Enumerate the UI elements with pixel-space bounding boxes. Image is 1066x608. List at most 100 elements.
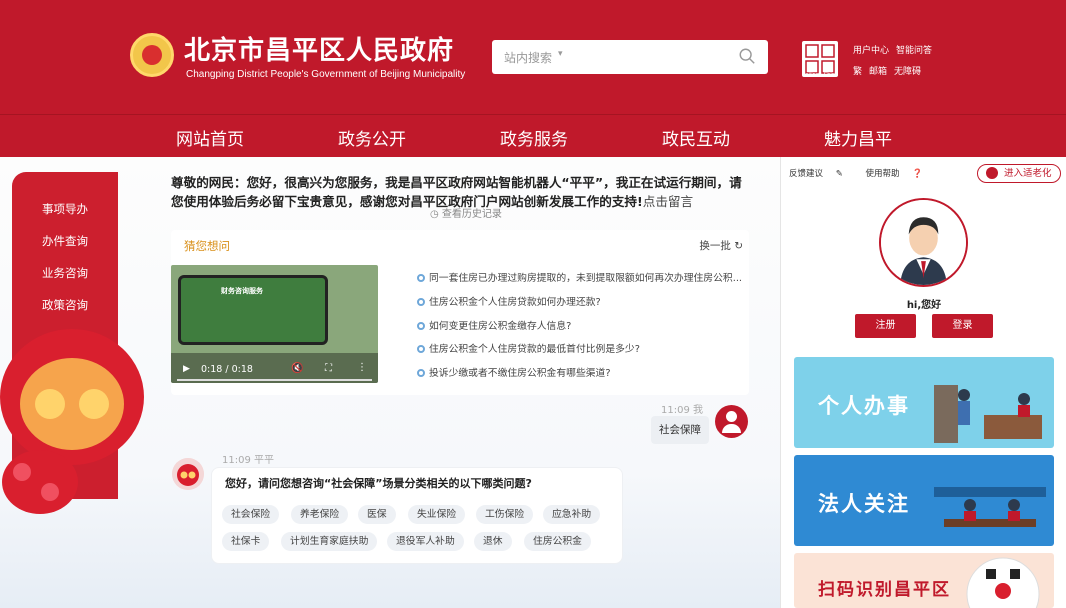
help-link[interactable]: 使用帮助 ❓ — [866, 169, 933, 179]
personal-affairs-banner[interactable]: 个人办事 — [794, 357, 1054, 448]
national-emblem-icon — [130, 33, 174, 77]
question-text: 住房公积金个人住房贷款如何办理还款? — [429, 296, 601, 308]
search-input[interactable]: 站内搜索 ▾ — [492, 40, 768, 74]
video-controls: ▶ 0:18 / 0:18 🔇 ⛶ ⋮ — [171, 353, 378, 383]
chip-social-security-card[interactable]: 社保卡 — [222, 532, 270, 551]
refresh-button[interactable]: 换一批 ↻ — [699, 238, 743, 253]
leave-message-link[interactable]: 点击留言 — [643, 194, 693, 209]
chip-retirement[interactable]: 退休 — [474, 532, 512, 551]
menu-item-business-consult[interactable]: 业务咨询 — [42, 265, 88, 281]
menu-item-policy-consult[interactable]: 政策咨询 — [42, 297, 88, 313]
nav-interaction[interactable]: 政民互动 — [662, 125, 730, 150]
fullscreen-icon[interactable]: ⛶ — [325, 363, 332, 374]
suggested-questions: 同一套住房已办理过购房提取的，未到提取限额如何再次办理住房公积... 住房公积金… — [417, 267, 742, 386]
history-label: 查看历史记录 — [441, 209, 502, 220]
bullet-icon — [417, 321, 425, 330]
robot-mascot-icon — [0, 329, 144, 514]
refresh-label: 换一批 — [699, 240, 731, 252]
sidebar-links: 反馈建议 ✎ 使用帮助 ❓ — [789, 167, 943, 179]
elder-icon — [986, 167, 998, 179]
qr-code-icon — [966, 557, 1040, 608]
accessibility-link[interactable]: 无障碍 — [894, 67, 921, 77]
elder-mode-button[interactable]: 进入适老化 — [977, 164, 1061, 183]
personal-affairs-label: 个人办事 — [818, 393, 910, 418]
register-button[interactable]: 注册 — [855, 314, 916, 338]
site-header: 北京市昌平区人民政府 Changping District People's G… — [0, 0, 1066, 157]
robot-avatar-icon — [172, 458, 204, 490]
office-illustration-icon — [934, 385, 1042, 443]
question-text: 如何变更住房公积金缴存人信息? — [429, 320, 572, 332]
login-button[interactable]: 登录 — [932, 314, 993, 338]
qr-code-banner[interactable]: 扫码识别昌平区 — [794, 553, 1054, 608]
guest-avatar-icon — [879, 198, 968, 287]
video-scene-title: 财务咨询服务 — [221, 287, 263, 295]
menu-item-guide[interactable]: 事项导办 — [42, 201, 88, 217]
traditional-chinese-link[interactable]: 繁 — [853, 67, 862, 77]
feedback-label: 反馈建议 — [789, 169, 824, 179]
chip-family-planning-aid[interactable]: 计划生育家庭扶助 — [281, 532, 378, 551]
bot-message-time: 11:09 平平 — [222, 455, 274, 466]
legal-entity-banner[interactable]: 法人关注 — [794, 455, 1054, 546]
chip-injury-insurance[interactable]: 工伤保险 — [476, 505, 534, 524]
elder-mode-label: 进入适老化 — [1004, 168, 1052, 179]
bullet-icon — [417, 345, 425, 354]
help-label: 使用帮助 — [865, 169, 900, 179]
nav-gov-affairs-public[interactable]: 政务公开 — [338, 125, 406, 150]
feedback-link[interactable]: 反馈建议 ✎ — [789, 169, 853, 179]
bullet-icon — [417, 274, 425, 282]
bullet-icon — [417, 297, 425, 306]
nav-gov-services[interactable]: 政务服务 — [500, 125, 568, 150]
nav-home[interactable]: 网站首页 — [176, 125, 244, 150]
question-item[interactable]: 住房公积金个人住房贷款的最低首付比例是多少? — [417, 338, 742, 362]
history-link[interactable]: ◷ 查看历史记录 — [430, 205, 502, 220]
seal-caption: Beijing · China — [801, 72, 839, 78]
search-icon[interactable] — [738, 47, 756, 65]
pencil-icon: ✎ — [835, 169, 843, 179]
nav-charm-changping[interactable]: 魅力昌平 — [824, 125, 892, 150]
chevron-down-icon[interactable]: ▾ — [558, 49, 563, 59]
bot-question: 您好，请问您想咨询“社会保障”场景分类相关的以下哪类问题? — [225, 477, 532, 490]
meeting-illustration-icon — [934, 487, 1046, 527]
site-title[interactable]: 北京市昌平区人民政府 — [184, 30, 454, 67]
question-text: 同一套住房已办理过购房提取的，未到提取限额如何再次办理住房公积... — [429, 273, 743, 284]
mailbox-link[interactable]: 邮箱 — [869, 67, 887, 77]
bot-reply-card: 您好，请问您想咨询“社会保障”场景分类相关的以下哪类问题? 社会保险 养老保险 … — [211, 467, 623, 564]
user-center-link[interactable]: 用户中心 — [853, 46, 889, 56]
greeting-text: hi,您好 — [906, 300, 942, 311]
question-item[interactable]: 如何变更住房公积金缴存人信息? — [417, 315, 742, 339]
guess-title: 猜您想问 — [184, 239, 230, 253]
chip-veteran-aid[interactable]: 退役军人补助 — [387, 532, 464, 551]
question-item[interactable]: 同一套住房已办理过购房提取的，未到提取限额如何再次办理住房公积... — [417, 267, 742, 291]
site-subtitle: Changping District People's Government o… — [186, 69, 466, 80]
refresh-icon: ↻ — [734, 240, 743, 252]
search-scope-label[interactable]: 站内搜索 — [504, 49, 552, 66]
chip-medical-insurance[interactable]: 医保 — [358, 505, 396, 524]
user-message: 社会保障 — [651, 416, 709, 444]
user-avatar-icon — [715, 405, 748, 438]
guess-panel: 猜您想问 换一批 ↻ 财务咨询服务 ▶ 0:18 / 0:18 🔇 ⛶ ⋮ 同一… — [171, 230, 749, 395]
chip-housing-fund[interactable]: 住房公积金 — [524, 532, 591, 551]
main-nav: 网站首页 政务公开 政务服务 政民互动 魅力昌平 — [0, 114, 1066, 157]
chip-social-insurance[interactable]: 社会保险 — [222, 505, 280, 524]
smart-qa-link[interactable]: 智能问答 — [896, 46, 932, 56]
video-time: 0:18 / 0:18 — [201, 364, 253, 375]
legal-entity-label: 法人关注 — [818, 491, 910, 516]
chip-emergency-aid[interactable]: 应急补助 — [543, 505, 601, 524]
mute-icon[interactable]: 🔇 — [291, 363, 303, 374]
more-options-icon[interactable]: ⋮ — [357, 362, 367, 373]
user-message-time: 11:09 我 — [661, 405, 703, 416]
right-sidebar: 反馈建议 ✎ 使用帮助 ❓ 进入适老化 hi,您好 注册 登录 个人办事 法人关… — [780, 157, 1066, 608]
video-player[interactable]: 财务咨询服务 ▶ 0:18 / 0:18 🔇 ⛶ ⋮ — [171, 265, 378, 383]
question-text: 投诉少缴或者不缴住房公积金有哪些渠道? — [429, 368, 611, 380]
question-item[interactable]: 投诉少缴或者不缴住房公积金有哪些渠道? — [417, 362, 742, 386]
video-scene: 财务咨询服务 — [178, 275, 328, 345]
video-progress-bar[interactable] — [177, 379, 372, 381]
menu-item-progress-query[interactable]: 办件查询 — [42, 233, 88, 249]
play-icon[interactable]: ▶ — [183, 364, 190, 374]
header-top: 北京市昌平区人民政府 Changping District People's G… — [0, 0, 1066, 114]
question-text: 住房公积金个人住房贷款的最低首付比例是多少? — [429, 344, 640, 356]
question-item[interactable]: 住房公积金个人住房贷款如何办理还款? — [417, 291, 742, 315]
bullet-icon — [417, 369, 425, 378]
chip-pension-insurance[interactable]: 养老保险 — [291, 505, 349, 524]
chip-unemployment-insurance[interactable]: 失业保险 — [408, 505, 466, 524]
